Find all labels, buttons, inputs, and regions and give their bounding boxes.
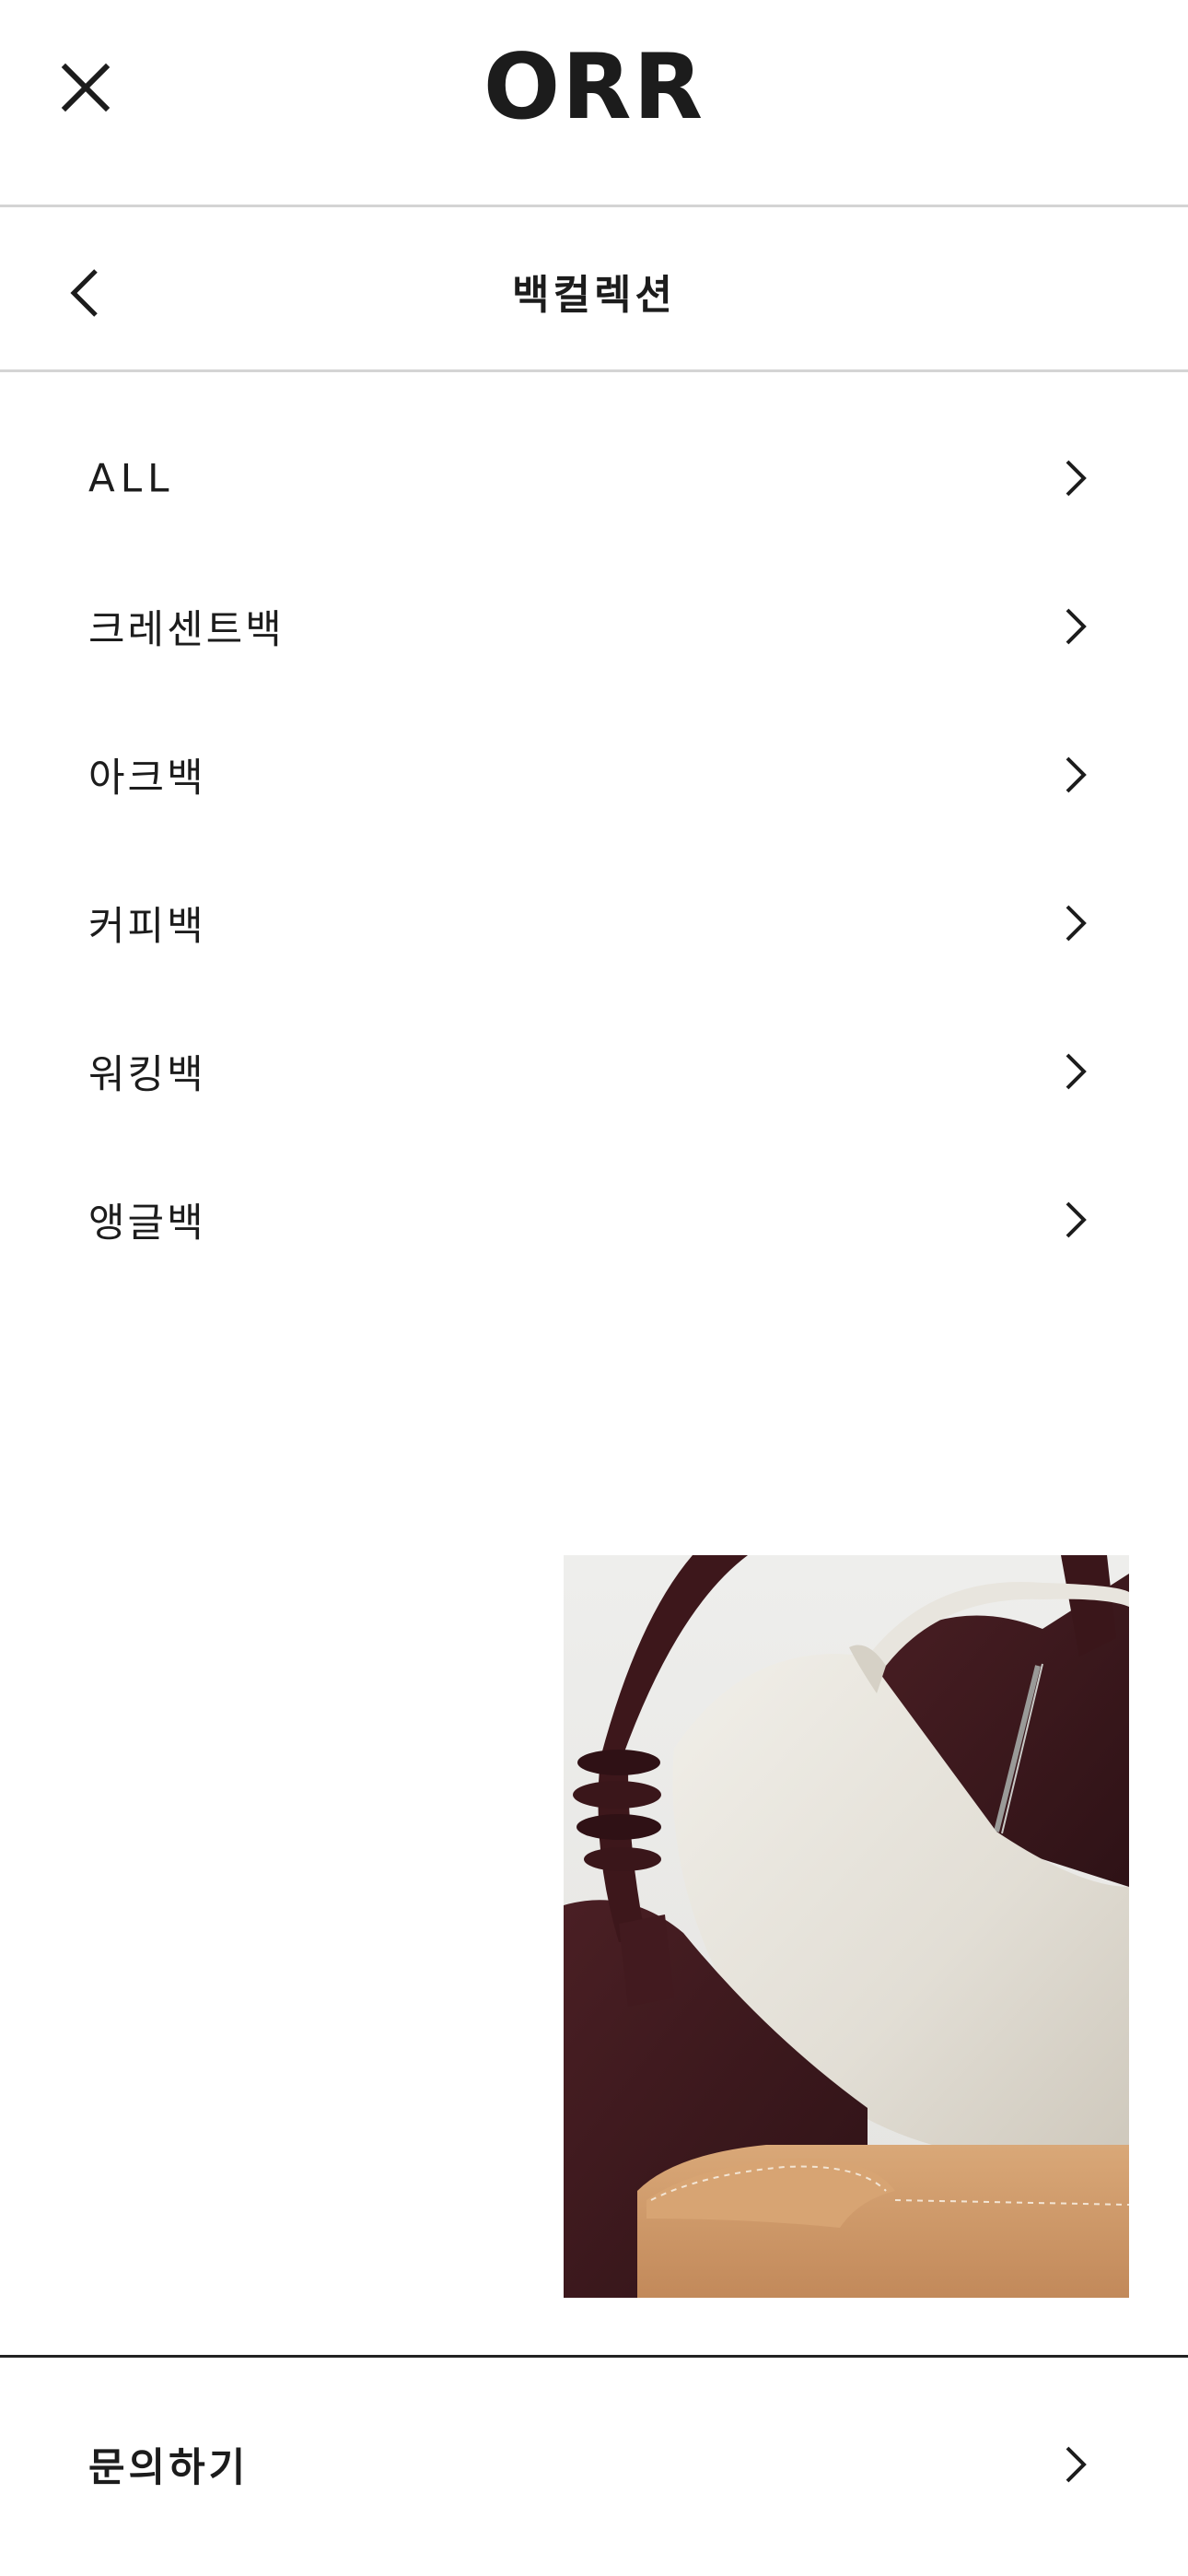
menu-item-label: ALL [88, 455, 175, 500]
menu-item-label: 아크백 [88, 755, 206, 802]
bag-product-photo[interactable] [564, 1555, 1129, 2298]
inquiry-label: 문의하기 [88, 2445, 250, 2491]
menu-item-angle-bag[interactable]: 앵글백 [0, 1145, 1188, 1294]
category-menu: ALL 크레센트백 아크백 커피백 워킹백 앵글백 [0, 404, 1188, 1294]
chevron-right-icon [1057, 752, 1094, 798]
chevron-right-icon [1057, 1197, 1094, 1243]
back-button[interactable] [57, 261, 112, 325]
menu-item-walking-bag[interactable]: 워킹백 [0, 997, 1188, 1145]
brand-logo[interactable]: ORR [0, 37, 1188, 138]
menu-item-coffee-bag[interactable]: 커피백 [0, 849, 1188, 997]
category-title: 백컬렉션 [512, 272, 676, 319]
chevron-right-icon [1057, 2441, 1094, 2488]
menu-item-arc-bag[interactable]: 아크백 [0, 700, 1188, 849]
top-header: ORR [0, 0, 1188, 207]
menu-item-label: 커피백 [88, 903, 206, 950]
inquiry-link[interactable]: 문의하기 [0, 2395, 1188, 2534]
menu-page: ORR 백컬렉션 ALL 크레센트백 아크백 커피백 워킹백 앵글백 문의하기 [0, 0, 1188, 2576]
footer-divider [0, 2355, 1188, 2358]
chevron-right-icon [1057, 900, 1094, 946]
chevron-right-icon [1057, 603, 1094, 650]
chevron-right-icon [1057, 455, 1094, 501]
menu-item-all[interactable]: ALL [0, 404, 1188, 552]
menu-item-label: 워킹백 [88, 1051, 206, 1098]
menu-item-label: 크레센트백 [88, 606, 285, 653]
menu-item-label: 앵글백 [88, 1200, 206, 1247]
chevron-left-icon [70, 269, 98, 317]
category-header: 백컬렉션 [0, 210, 1188, 372]
menu-item-crescent-bag[interactable]: 크레센트백 [0, 552, 1188, 700]
chevron-right-icon [1057, 1048, 1094, 1095]
